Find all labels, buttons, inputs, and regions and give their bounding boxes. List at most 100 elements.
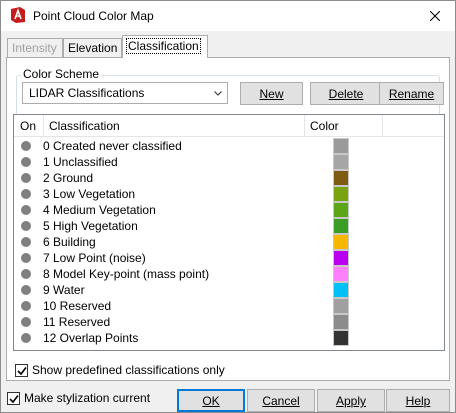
make-stylization-current-checkbox-box[interactable]	[7, 391, 20, 405]
new-scheme-button-label: New	[259, 87, 284, 101]
classification-label: 5 High Vegetation	[43, 219, 138, 233]
list-header: On Classification Color	[14, 115, 444, 137]
classification-label: 0 Created never classified	[43, 139, 182, 153]
status-dot-icon[interactable]	[21, 253, 31, 263]
classification-label: 2 Ground	[43, 171, 94, 185]
status-dot-icon[interactable]	[21, 301, 31, 311]
status-dot-icon[interactable]	[21, 237, 31, 247]
cancel-button-label: Cancel	[262, 394, 300, 408]
title-bar: Point Cloud Color Map	[1, 1, 455, 31]
tab-elevation[interactable]: Elevation	[63, 38, 122, 57]
delete-scheme-button-label: Delete	[328, 87, 364, 101]
color-swatch[interactable]	[333, 202, 349, 218]
make-stylization-current-checkbox[interactable]: Make stylization current	[7, 391, 150, 405]
list-row[interactable]: 2 Ground	[14, 170, 444, 186]
color-swatch[interactable]	[333, 154, 349, 170]
close-icon	[430, 11, 440, 21]
classification-label: 12 Overlap Points	[43, 331, 139, 345]
autocad-logo-icon	[11, 7, 25, 23]
color-scheme-group-label: Color Scheme	[21, 67, 102, 81]
ok-button[interactable]: OK	[177, 389, 245, 412]
color-swatch[interactable]	[333, 250, 349, 266]
cancel-button[interactable]: Cancel	[247, 389, 315, 412]
make-stylization-current-label: Make stylization current	[24, 391, 151, 405]
list-row[interactable]: 4 Medium Vegetation	[14, 202, 444, 218]
classification-label: 3 Low Vegetation	[43, 187, 136, 201]
list-row[interactable]: 10 Reserved	[14, 298, 444, 314]
new-scheme-button[interactable]: New	[240, 82, 303, 105]
apply-button[interactable]: Apply	[317, 389, 385, 412]
show-predefined-checkbox[interactable]: Show predefined classifications only	[15, 363, 225, 377]
list-row[interactable]: 7 Low Point (noise)	[14, 250, 444, 266]
color-swatch[interactable]	[333, 330, 349, 346]
column-divider[interactable]	[43, 115, 44, 137]
classification-label: 1 Unclassified	[43, 155, 118, 169]
status-dot-icon[interactable]	[21, 269, 31, 279]
rename-scheme-button-label: Rename	[388, 87, 435, 101]
point-cloud-color-map-dialog: Point Cloud Color Map Intensity Elevatio…	[0, 0, 456, 413]
show-predefined-label: Show predefined classifications only	[32, 363, 225, 377]
checkmark-icon	[17, 366, 27, 375]
help-button[interactable]: Help	[386, 389, 450, 412]
classification-label: 10 Reserved	[43, 299, 112, 313]
color-swatch[interactable]	[333, 170, 349, 186]
classification-label: 8 Model Key-point (mass point)	[43, 267, 210, 281]
help-button-label: Help	[405, 394, 431, 408]
status-dot-icon[interactable]	[21, 157, 31, 167]
window-title: Point Cloud Color Map	[33, 9, 154, 23]
show-predefined-checkbox-box[interactable]	[15, 363, 28, 377]
status-dot-icon[interactable]	[21, 205, 31, 215]
color-swatch[interactable]	[333, 186, 349, 202]
list-row[interactable]: 1 Unclassified	[14, 154, 444, 170]
color-swatch[interactable]	[333, 298, 349, 314]
list-row[interactable]: 6 Building	[14, 234, 444, 250]
ok-button-label: OK	[202, 394, 220, 408]
color-swatch[interactable]	[333, 314, 349, 330]
list-row[interactable]: 8 Model Key-point (mass point)	[14, 266, 444, 282]
status-dot-icon[interactable]	[21, 221, 31, 231]
column-header-classification[interactable]: Classification	[49, 119, 120, 133]
color-swatch[interactable]	[333, 138, 349, 154]
tab-classification-label: Classification	[126, 38, 201, 54]
column-divider[interactable]	[382, 115, 383, 137]
tab-classification[interactable]: Classification	[122, 35, 208, 58]
list-row[interactable]: 11 Reserved	[14, 314, 444, 330]
color-swatch[interactable]	[333, 218, 349, 234]
status-dot-icon[interactable]	[21, 189, 31, 199]
list-row[interactable]: 12 Overlap Points	[14, 330, 444, 346]
rename-scheme-button[interactable]: Rename	[379, 82, 444, 105]
classification-list[interactable]: On Classification Color 0 Created never …	[13, 114, 445, 351]
close-button[interactable]	[415, 1, 455, 31]
list-row[interactable]: 5 High Vegetation	[14, 218, 444, 234]
status-dot-icon[interactable]	[21, 285, 31, 295]
tab-intensity[interactable]: Intensity	[7, 38, 63, 57]
column-divider[interactable]	[304, 115, 305, 137]
status-dot-icon[interactable]	[21, 333, 31, 343]
classification-label: 7 Low Point (noise)	[43, 251, 146, 265]
color-swatch[interactable]	[333, 282, 349, 298]
color-scheme-group: Color Scheme LIDAR Classifications New D…	[16, 67, 444, 116]
classification-label: 4 Medium Vegetation	[43, 203, 156, 217]
status-dot-icon[interactable]	[21, 141, 31, 151]
tab-intensity-label: Intensity	[12, 41, 57, 55]
color-swatch[interactable]	[333, 266, 349, 282]
classification-label: 11 Reserved	[43, 315, 111, 329]
list-row[interactable]: 3 Low Vegetation	[14, 186, 444, 202]
column-header-color[interactable]: Color	[310, 119, 339, 133]
apply-button-label: Apply	[335, 394, 367, 408]
color-scheme-select[interactable]: LIDAR Classifications	[22, 82, 228, 104]
column-header-on[interactable]: On	[20, 119, 36, 133]
classification-label: 6 Building	[43, 235, 96, 249]
delete-scheme-button[interactable]: Delete	[310, 82, 382, 105]
color-swatch[interactable]	[333, 234, 349, 250]
classification-label: 9 Water	[43, 283, 85, 297]
chevron-down-icon	[214, 91, 222, 96]
classification-tab-panel: Color Scheme LIDAR Classifications New D…	[6, 57, 450, 381]
tab-elevation-label: Elevation	[68, 41, 118, 55]
color-scheme-selected-value: LIDAR Classifications	[29, 86, 145, 100]
list-row[interactable]: 9 Water	[14, 282, 444, 298]
status-dot-icon[interactable]	[21, 317, 31, 327]
status-dot-icon[interactable]	[21, 173, 31, 183]
checkmark-icon	[9, 394, 19, 403]
list-row[interactable]: 0 Created never classified	[14, 138, 444, 154]
